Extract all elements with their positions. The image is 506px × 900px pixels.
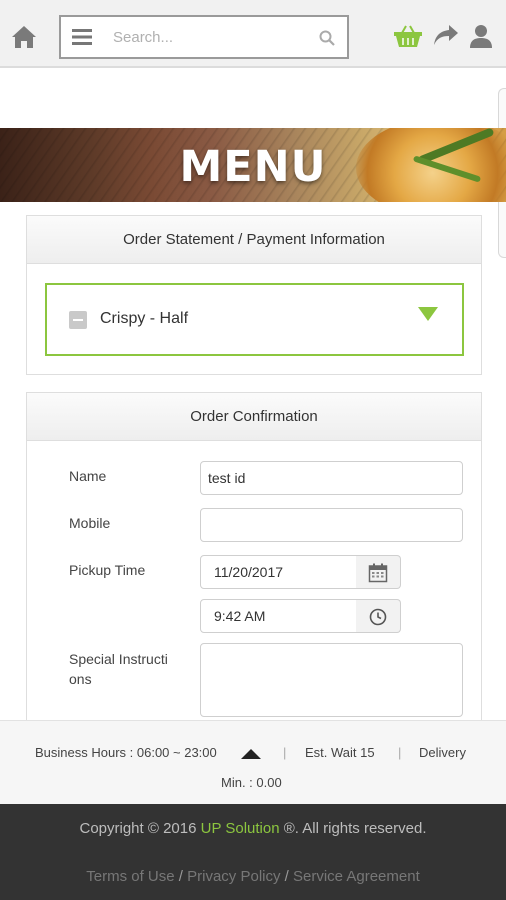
top-navbar (0, 0, 506, 68)
menu-banner: MENU (0, 128, 506, 202)
link-separator: / (178, 868, 183, 885)
info-separator: | (283, 745, 287, 760)
order-statement-panel: Order Statement / Payment Information Cr… (26, 215, 482, 375)
privacy-policy-link[interactable]: Privacy Policy (187, 868, 280, 885)
copyright-text: Copyright © 2016 UP Solution ®. All righ… (0, 820, 506, 837)
estimated-wait-label: Est. Wait (305, 745, 357, 760)
minus-icon[interactable] (69, 311, 87, 329)
pickup-time-field[interactable] (200, 599, 357, 633)
mobile-label: Mobile (69, 515, 111, 531)
order-item[interactable]: Crispy - Half (45, 283, 464, 356)
banner-title: MENU (179, 142, 327, 192)
footer-links: Terms of Use / Privacy Policy / Service … (0, 868, 506, 885)
clock-icon (369, 608, 387, 626)
estimated-wait: Est. Wait 15 (305, 745, 375, 760)
user-icon[interactable] (469, 24, 493, 48)
home-icon[interactable] (10, 24, 38, 50)
search-icon[interactable] (319, 30, 335, 46)
search-input[interactable] (113, 25, 313, 49)
clock-button[interactable] (356, 599, 401, 633)
business-hours: Business Hours : 06:00 ~ 23:00 (35, 745, 217, 760)
special-instructions-field[interactable] (200, 643, 463, 717)
order-confirmation-title: Order Confirmation (27, 393, 481, 441)
caret-up-icon[interactable] (241, 749, 261, 759)
pickup-time-label: Pickup Time (69, 562, 146, 578)
calendar-icon (368, 563, 388, 583)
terms-of-use-link[interactable]: Terms of Use (86, 868, 174, 885)
copyright-prefix: Copyright © 2016 (79, 820, 201, 837)
share-icon[interactable] (433, 24, 459, 46)
special-instructions-label-line1: Special Instructi (69, 651, 168, 667)
footer: Copyright © 2016 UP Solution ®. All righ… (0, 804, 506, 900)
delivery-label: Delivery (419, 745, 466, 760)
info-separator: | (398, 745, 402, 760)
order-statement-title: Order Statement / Payment Information (27, 216, 481, 264)
basket-icon[interactable] (393, 24, 423, 48)
pickup-date-field[interactable] (200, 555, 357, 589)
order-item-label: Crispy - Half (100, 310, 189, 327)
service-agreement-link[interactable]: Service Agreement (293, 868, 420, 885)
hamburger-menu-icon[interactable] (72, 28, 92, 46)
special-instructions-label: Special Instructi ons (69, 649, 168, 689)
brand-link[interactable]: UP Solution (201, 820, 280, 837)
name-label: Name (69, 468, 107, 484)
search-box (59, 15, 349, 59)
delivery-minimum: Min. : 0.00 (221, 775, 282, 790)
chevron-down-icon[interactable] (418, 307, 438, 321)
calendar-button[interactable] (356, 555, 401, 589)
name-field[interactable] (200, 461, 463, 495)
link-separator: / (284, 868, 289, 885)
special-instructions-label-line2: ons (69, 671, 92, 687)
copyright-suffix: ®. All rights reserved. (279, 820, 427, 837)
mobile-field[interactable] (200, 508, 463, 542)
order-confirmation-panel: Order Confirmation Name Mobile Pickup Ti… (26, 392, 482, 732)
estimated-wait-value: 15 (360, 745, 375, 760)
business-info-bar: Business Hours : 06:00 ~ 23:00 | Est. Wa… (0, 720, 506, 804)
